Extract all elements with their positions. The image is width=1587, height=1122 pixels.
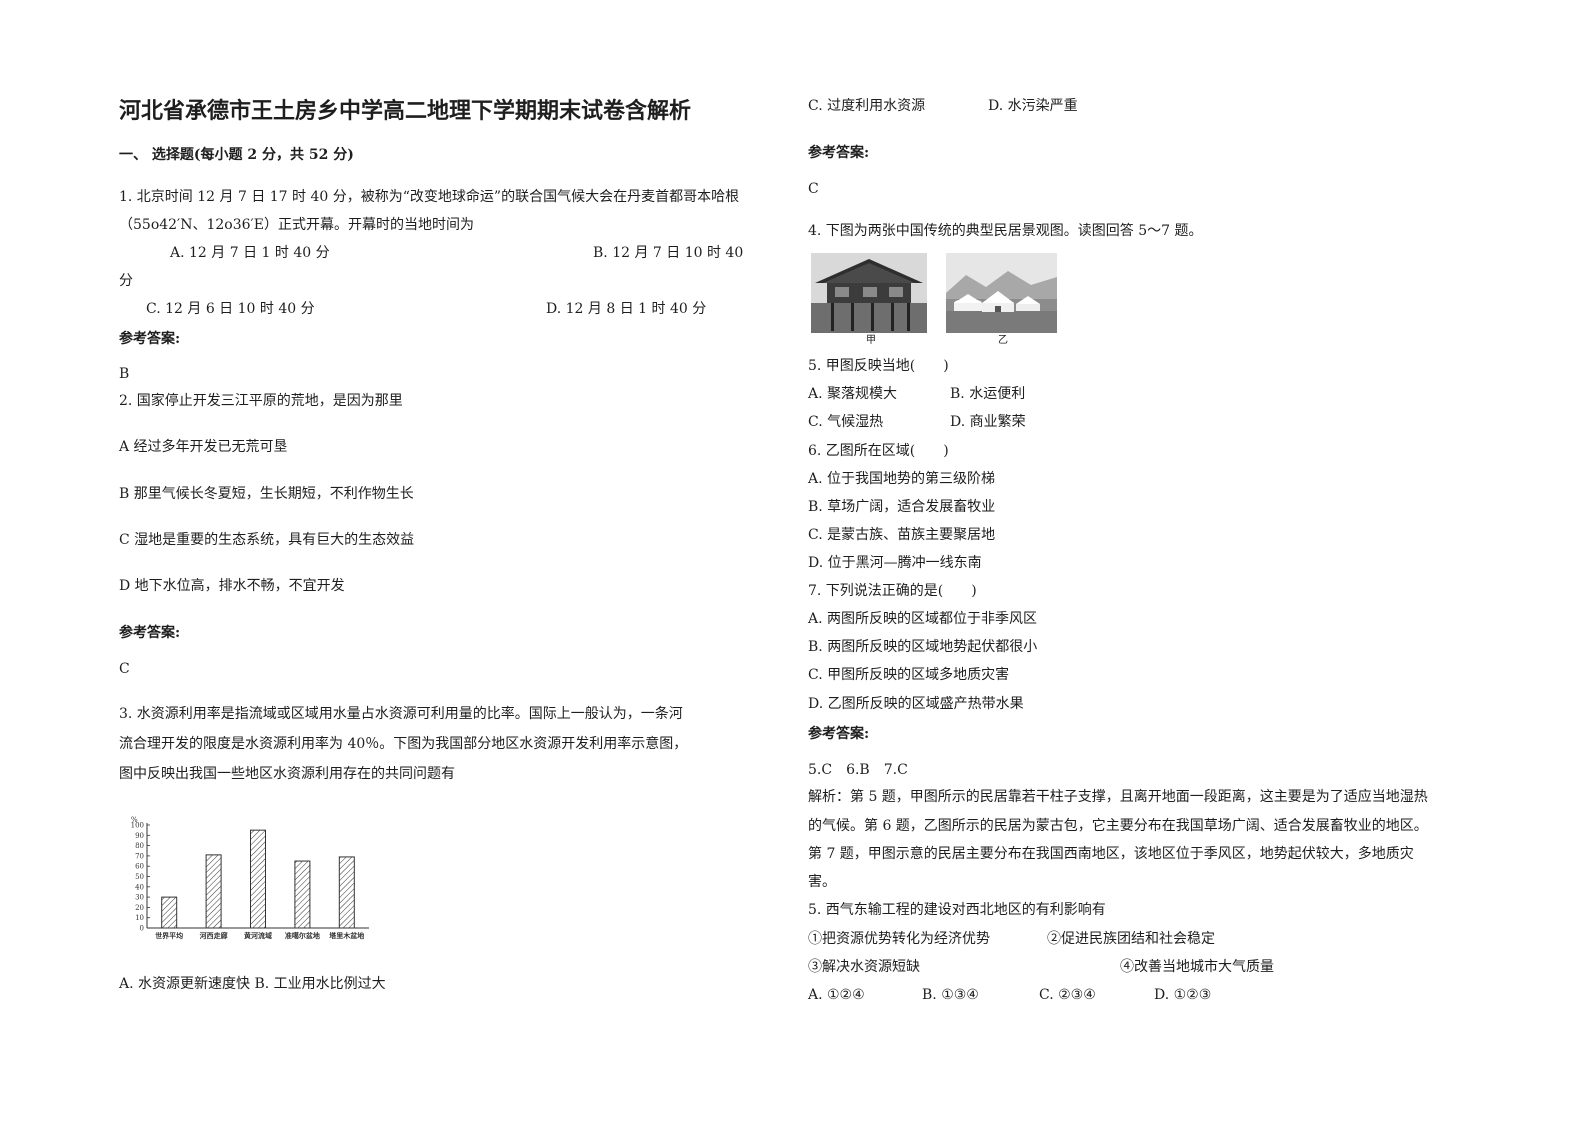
y-tick-label: 10 [135, 914, 144, 922]
q2-stem: 2. 国家停止开发三江平原的荒地，是因为那里 [119, 393, 403, 409]
q5x-item4: ④改善当地城市大气质量 [1120, 959, 1274, 975]
q2-option-c: C 湿地是重要的生态系统，具有巨大的生态效益 [119, 532, 415, 548]
y-tick-label: 70 [135, 852, 144, 860]
q4-explanation-line2: 的气候。第 6 题，乙图所示的民居为蒙古包，它主要分布在我国草场广阔、适合发展畜… [808, 818, 1428, 834]
bar [250, 829, 266, 929]
q6-stem: 6. 乙图所在区域( ) [808, 443, 949, 459]
q5-option-b: B. 水运便利 [950, 386, 1026, 402]
q5x-item3: ③解决水资源短缺 [808, 959, 920, 975]
y-tick-label: 100 [131, 822, 144, 830]
q4-explanation-line3: 第 7 题，甲图示意的民居主要分布在我国西南地区，该地区位于季风区，地势起伏较大… [808, 846, 1414, 862]
q5x-item1: ①把资源优势转化为经济优势 [808, 931, 990, 947]
x-category-label: 塔里木盆地 [329, 931, 364, 940]
q1-answer: B [119, 366, 130, 382]
q7-option-d: D. 乙图所反映的区域盛产热带水果 [808, 696, 1024, 712]
q1-answer-label: 参考答案: [119, 331, 181, 347]
q2-option-b: B 那里气候长冬夏短，生长期短，不利作物生长 [119, 486, 414, 502]
q4-explanation-line4: 害。 [808, 874, 836, 890]
q1-option-b-continued: 分 [119, 273, 133, 289]
bar [294, 860, 311, 929]
q6-option-a: A. 位于我国地势的第三级阶梯 [808, 471, 996, 487]
q6-option-b: B. 草场广阔，适合发展畜牧业 [808, 499, 996, 515]
q3-answer-label: 参考答案: [808, 145, 870, 161]
y-tick-label: 30 [135, 894, 144, 902]
q5-stem: 5. 甲图反映当地( ) [808, 358, 949, 374]
bar [161, 896, 178, 929]
q5x-option-b: B. ①③④ [922, 987, 979, 1003]
bar [338, 856, 355, 929]
q3-stem-line1: 3. 水资源利用率是指流域或区域用水量占水资源可利用量的比率。国际上一般认为，一… [119, 706, 683, 722]
q1-option-d: D. 12 月 8 日 1 时 40 分 [546, 301, 707, 317]
q5-option-d: D. 商业繁荣 [950, 414, 1026, 430]
q2-option-d: D 地下水位高，排水不畅，不宜开发 [119, 578, 345, 594]
q7-option-a: A. 两图所反映的区域都位于非季风区 [808, 611, 1038, 627]
caption-yi: 乙 [998, 335, 1008, 346]
x-category-label: 准噶尔盆地 [285, 931, 320, 940]
q3-option-d: D. 水污染严重 [988, 98, 1078, 114]
x-category-label: 黄河流域 [244, 931, 272, 940]
q3-stem-line2: 流合理开发的限度是水资源利用率为 40％。下图为我国部分地区水资源开发利用率示意… [119, 736, 688, 752]
q5x-item2: ②促进民族团结和社会稳定 [1047, 931, 1215, 947]
x-category-label: 河西走廊 [200, 931, 228, 940]
q5x-option-a: A. ①②④ [808, 987, 865, 1003]
bar [205, 854, 222, 929]
q2-answer-label: 参考答案: [119, 625, 181, 641]
q3-options-ab: A. 水资源更新速度快 B. 工业用水比例过大 [119, 976, 386, 992]
stilt-house-photo [811, 253, 927, 333]
q4-stem: 4. 下图为两张中国传统的典型民居景观图。读图回答 5～7 题。 [808, 223, 1203, 239]
q7-option-c: C. 甲图所反映的区域多地质灾害 [808, 667, 1010, 683]
y-tick-label: 20 [135, 904, 144, 912]
q4-explanation-line1: 解析：第 5 题，甲图所示的民居靠若干柱子支撑，且离开地面一段距离，这主要是为了… [808, 789, 1428, 805]
y-tick-label: 90 [135, 832, 144, 840]
q4-answer: 5.C 6.B 7.C [808, 762, 908, 778]
q3-answer: C [808, 181, 819, 197]
q3-stem-line3: 图中反映出我国一些地区水资源利用存在的共同问题有 [119, 766, 455, 782]
q5x-stem: 5. 西气东输工程的建设对西北地区的有利影响有 [808, 902, 1106, 918]
y-tick-label: 60 [135, 863, 144, 871]
page-title: 河北省承德市王土房乡中学高二地理下学期期末试卷含解析 [119, 98, 692, 124]
x-category-label: 世界平均 [155, 931, 183, 940]
y-tick-label: 80 [135, 842, 144, 850]
y-tick-label: 0 [140, 925, 144, 933]
section-heading: 一、 选择题(每小题 2 分，共 52 分) [119, 147, 354, 163]
q1-stem-line2: （55o42′N、12o36′E）正式开幕。开幕时的当地时间为 [119, 217, 474, 233]
q1-option-b: B. 12 月 7 日 10 时 40 [593, 245, 744, 261]
water-utilization-bar-chart: %0102030405060708090100世界平均 河西走廊 黄河流域 准噶尔盆地… [131, 816, 369, 940]
y-tick-label: 50 [135, 873, 144, 881]
q2-option-a: A 经过多年开发已无荒可垦 [119, 439, 288, 455]
q7-stem: 7. 下列说法正确的是( ) [808, 583, 977, 599]
q4-answer-label: 参考答案: [808, 726, 870, 742]
q5-option-c: C. 气候湿热 [808, 414, 884, 430]
q2-answer: C [119, 661, 130, 677]
yurt-photo [946, 253, 1057, 333]
y-tick-label: 40 [135, 883, 144, 891]
caption-jia: 甲 [866, 335, 876, 346]
q5-option-a: A. 聚落规模大 [808, 386, 898, 402]
q3-option-c: C. 过度利用水资源 [808, 98, 926, 114]
q6-option-d: D. 位于黑河—腾冲一线东南 [808, 555, 982, 571]
q5x-option-d: D. ①②③ [1154, 987, 1212, 1003]
q1-option-a: A. 12 月 7 日 1 时 40 分 [170, 245, 330, 261]
q6-option-c: C. 是蒙古族、苗族主要聚居地 [808, 527, 996, 543]
q7-option-b: B. 两图所反映的区域地势起伏都很小 [808, 639, 1038, 655]
q1-option-c: C. 12 月 6 日 10 时 40 分 [146, 301, 315, 317]
q5x-option-c: C. ②③④ [1039, 987, 1096, 1003]
q1-stem-line1: 1. 北京时间 12 月 7 日 17 时 40 分，被称为“改变地球命运”的联… [119, 189, 740, 205]
